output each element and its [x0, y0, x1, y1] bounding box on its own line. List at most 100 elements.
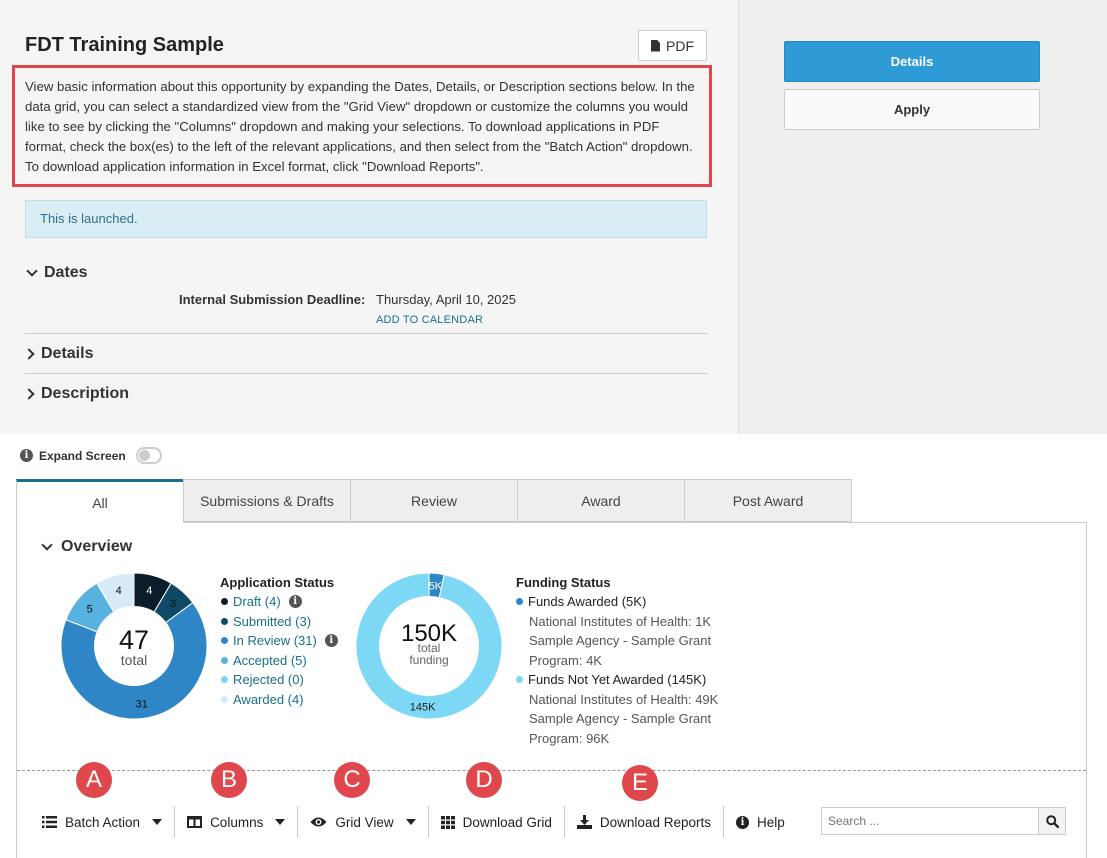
columns-dropdown[interactable]: Columns	[175, 806, 299, 838]
application-status-title: Application Status	[220, 575, 335, 590]
caret-down-icon	[152, 819, 163, 825]
info-icon: i	[735, 815, 749, 829]
legend-link[interactable]: Awarded (4)	[233, 690, 304, 710]
file-icon	[651, 39, 660, 52]
legend-link[interactable]: Submitted (3)	[233, 612, 311, 632]
legend-item: Accepted (5)	[221, 651, 338, 671]
legend-funds-not-awarded: Funds Not Yet Awarded (145K)	[516, 670, 726, 690]
pdf-button[interactable]: PDF	[638, 30, 707, 61]
legend-link[interactable]: In Review (31)	[233, 631, 317, 651]
legend-dot	[221, 676, 228, 684]
search-input[interactable]	[821, 807, 1039, 835]
batch-action-dropdown[interactable]: Batch Action	[30, 806, 176, 838]
info-icon: i	[20, 449, 33, 462]
details-button[interactable]: Details	[784, 41, 1040, 82]
application-total-label: total	[121, 652, 147, 668]
download-grid-label: Download Grid	[462, 814, 552, 830]
legend-item: Submitted (3)	[221, 612, 338, 632]
tab-bar: All Submissions & Drafts Review Award Po…	[16, 479, 852, 523]
legend-link[interactable]: Rejected (0)	[233, 670, 304, 690]
annotation-marker-c: C	[334, 762, 370, 798]
dates-section-title: Dates	[44, 264, 88, 281]
add-to-calendar-link[interactable]: ADD TO CALENDAR	[376, 314, 483, 326]
grid-view-dropdown[interactable]: Grid View	[298, 806, 429, 838]
page-title: FDT Training Sample	[25, 34, 224, 56]
dates-section-toggle[interactable]: Dates	[25, 264, 88, 282]
legend-funds-awarded: Funds Awarded (5K)	[516, 592, 726, 612]
legend-item: In Review (31) i	[221, 631, 338, 651]
legend-dot	[221, 695, 228, 703]
eye-icon	[310, 817, 327, 827]
divider	[25, 333, 707, 334]
info-icon[interactable]: i	[288, 595, 302, 609]
application-status-donut: 47 total 4 3 31 5 4	[60, 572, 208, 720]
annotation-marker-b: B	[211, 762, 247, 798]
legend-dot	[516, 676, 523, 684]
details-section-toggle[interactable]: Details	[23, 345, 94, 363]
download-icon	[576, 815, 592, 829]
intro-text: View basic information about this opport…	[12, 65, 712, 187]
grid-toolbar: Batch Action Columns Grid View Download …	[30, 806, 797, 838]
legend-item: Awarded (4)	[221, 690, 338, 710]
overview-toggle[interactable]: Overview	[40, 538, 132, 556]
help-button[interactable]: i Help	[724, 806, 797, 838]
expand-screen-toggle[interactable]	[135, 447, 162, 464]
annotation-marker-e: E	[622, 765, 658, 801]
legend-dot	[221, 637, 228, 645]
description-section-toggle[interactable]: Description	[23, 385, 130, 403]
chevron-down-icon	[26, 265, 38, 277]
caret-down-icon	[405, 819, 416, 825]
details-section-title: Details	[41, 345, 94, 362]
donut-slice-label: 5K	[429, 580, 443, 592]
legend-link[interactable]: Accepted (5)	[233, 651, 307, 671]
download-reports-label: Download Reports	[599, 814, 711, 830]
grid-icon	[440, 815, 455, 829]
donut-slice-label: 145K	[410, 702, 436, 714]
download-reports-button[interactable]: Download Reports	[565, 806, 724, 838]
legend-dot	[221, 656, 228, 664]
donut-slice-label: 3	[170, 598, 176, 610]
tab-all[interactable]: All	[16, 479, 184, 523]
apply-button[interactable]: Apply	[784, 89, 1040, 130]
tab-submissions-drafts[interactable]: Submissions & Drafts	[183, 479, 351, 522]
funds-not-awarded-sample: Sample Agency - Sample Grant Program: 96…	[529, 711, 712, 746]
donut-slice-label: 4	[116, 585, 122, 597]
launched-alert: This is launched.	[25, 200, 707, 238]
grid-view-label: Grid View	[335, 814, 394, 830]
legend-dot	[221, 617, 228, 625]
funding-status-title: Funding Status	[516, 575, 611, 590]
tab-post-award[interactable]: Post Award	[684, 479, 852, 522]
funds-not-awarded-label: Funds Not Yet Awarded (145K)	[528, 672, 707, 687]
search-button[interactable]	[1038, 807, 1066, 835]
application-status-legend: Draft (4) i Submitted (3) In Review (31) i Ac…	[221, 592, 338, 709]
funds-awarded-label: Funds Awarded (5K)	[528, 594, 647, 609]
toolbar-divider	[17, 770, 1086, 771]
search-icon	[1045, 814, 1059, 828]
deadline-label: Internal Submission Deadline:	[179, 292, 366, 307]
divider	[25, 373, 707, 374]
funding-status-donut: 150K total funding 5K145K	[355, 572, 503, 720]
columns-icon	[187, 816, 203, 828]
funds-not-awarded-nih: National Institutes of Health: 49K	[529, 691, 719, 707]
legend-dot	[516, 598, 523, 606]
donut-slice-label: 4	[146, 585, 152, 597]
tab-review[interactable]: Review	[350, 479, 518, 522]
tab-award[interactable]: Award	[517, 479, 685, 522]
donut-slice-label: 5	[87, 604, 93, 616]
chevron-right-icon	[23, 388, 35, 400]
help-label: Help	[756, 814, 785, 830]
legend-item: Rejected (0)	[221, 670, 338, 690]
donut-slice-label: 31	[136, 698, 148, 710]
expand-screen-control: i Expand Screen	[20, 447, 162, 464]
caret-down-icon	[275, 819, 286, 825]
annotation-marker-a: A	[76, 762, 112, 798]
columns-label: Columns	[210, 814, 264, 830]
legend-item: Draft (4) i	[221, 592, 338, 612]
legend-link[interactable]: Draft (4)	[233, 592, 281, 612]
description-section-title: Description	[41, 385, 130, 402]
download-grid-button[interactable]: Download Grid	[429, 806, 565, 838]
info-icon[interactable]: i	[324, 634, 338, 648]
application-total: 47	[119, 625, 149, 655]
legend-dot	[221, 598, 228, 606]
pdf-button-label: PDF	[666, 37, 694, 54]
